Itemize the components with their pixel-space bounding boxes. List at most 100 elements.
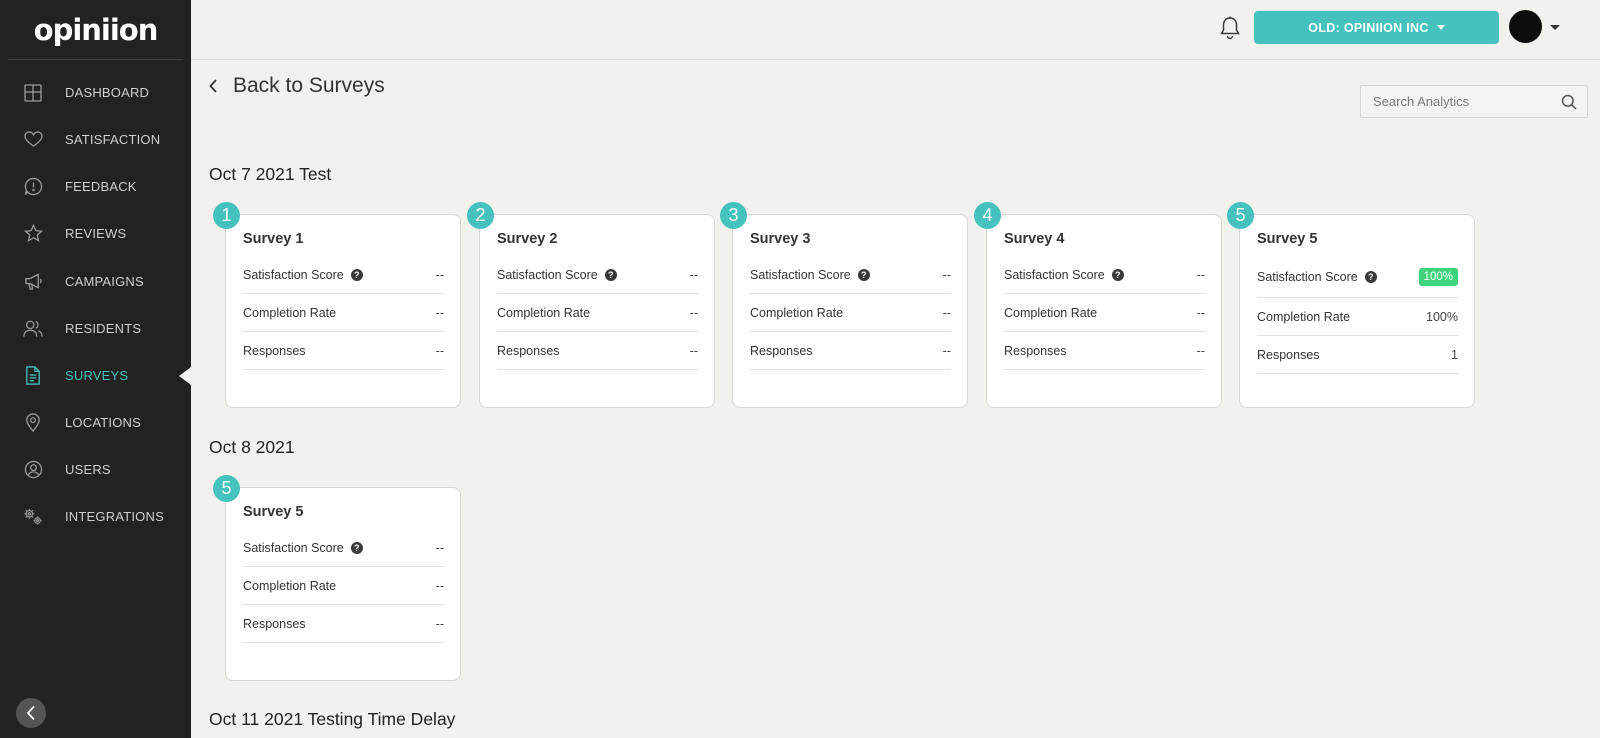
back-to-surveys-link[interactable]: Back to Surveys	[207, 74, 385, 98]
sidebar-item-campaigns[interactable]: CAMPAIGNS	[0, 258, 191, 305]
responses-row: Responses --	[243, 332, 444, 370]
completion-rate-row: Completion Rate --	[1004, 294, 1205, 332]
survey-card[interactable]: 5 Survey 5 Satisfaction Score? 100% Comp…	[1227, 202, 1475, 408]
row-value: 100%	[1426, 309, 1458, 324]
row-label: Satisfaction Score	[243, 540, 344, 555]
row-label: Satisfaction Score	[497, 267, 598, 282]
help-icon[interactable]: ?	[1111, 268, 1124, 281]
row-label: Satisfaction Score	[1004, 267, 1105, 282]
responses-row: Responses --	[1004, 332, 1205, 370]
help-icon[interactable]: ?	[1364, 270, 1377, 283]
completion-rate-row: Completion Rate --	[750, 294, 951, 332]
row-label: Satisfaction Score	[750, 267, 851, 282]
sidebar-item-label: SURVEYS	[65, 368, 129, 383]
topbar: OLD: OPINIION INC	[191, 0, 1600, 60]
sidebar-item-dashboard[interactable]: DASHBOARD	[0, 69, 191, 116]
row-value: --	[689, 343, 698, 358]
sidebar-item-label: REVIEWS	[65, 226, 127, 241]
user-icon	[23, 460, 43, 480]
avatar[interactable]	[1509, 10, 1542, 43]
row-label: Completion Rate	[243, 305, 337, 320]
survey-card[interactable]: 1 Survey 1 Satisfaction Score? -- Comple…	[213, 202, 461, 408]
active-indicator	[179, 366, 191, 385]
survey-card[interactable]: 5 Survey 5 Satisfaction Score? -- Comple…	[213, 475, 461, 681]
sidebar-item-reviews[interactable]: REVIEWS	[0, 210, 191, 257]
row-value: --	[942, 305, 951, 320]
back-label: Back to Surveys	[233, 74, 385, 97]
logo-text: opiniion	[33, 12, 159, 47]
responses-row: Responses --	[497, 332, 698, 370]
row-value: --	[435, 267, 444, 282]
sidebar-item-feedback[interactable]: FEEDBACK	[0, 163, 191, 210]
survey-card[interactable]: 2 Survey 2 Satisfaction Score? -- Comple…	[467, 202, 715, 408]
row-label: Responses	[1004, 343, 1067, 358]
survey-card[interactable]: 4 Survey 4 Satisfaction Score? -- Comple…	[974, 202, 1222, 408]
row-label: Responses	[243, 343, 306, 358]
row-value: 1	[1451, 347, 1458, 362]
survey-number-badge: 5	[1227, 202, 1254, 229]
megaphone-icon	[23, 272, 43, 292]
survey-number-badge: 3	[720, 202, 747, 229]
logo[interactable]: opiniion	[8, 0, 183, 60]
responses-row: Responses --	[243, 605, 444, 643]
row-label: Completion Rate	[243, 578, 337, 593]
row-label: Responses	[497, 343, 560, 358]
survey-number-badge: 2	[467, 202, 494, 229]
organization-selector-button[interactable]: OLD: OPINIION INC	[1254, 11, 1499, 44]
row-value: --	[1196, 305, 1205, 320]
sidebar-item-users[interactable]: USERS	[0, 446, 191, 493]
row-value: --	[1196, 343, 1205, 358]
completion-rate-row: Completion Rate --	[497, 294, 698, 332]
satisfaction-score-row: Satisfaction Score? --	[243, 529, 444, 567]
responses-row: Responses --	[750, 332, 951, 370]
row-value: --	[942, 267, 951, 282]
survey-card[interactable]: 3 Survey 3 Satisfaction Score? -- Comple…	[720, 202, 968, 408]
caret-down-icon	[1436, 25, 1445, 30]
survey-title: Survey 2	[497, 231, 558, 247]
survey-title: Survey 4	[1004, 231, 1065, 247]
sidebar-item-label: FEEDBACK	[65, 179, 137, 194]
row-label: Completion Rate	[497, 305, 591, 320]
search-icon[interactable]	[1561, 94, 1577, 110]
account-menu-caret-icon[interactable]	[1550, 25, 1560, 30]
help-icon[interactable]: ?	[857, 268, 870, 281]
help-icon[interactable]: ?	[604, 268, 617, 281]
row-value: --	[435, 305, 444, 320]
completion-rate-row: Completion Rate --	[243, 567, 444, 605]
location-pin-icon	[23, 413, 43, 433]
search-input[interactable]	[1373, 86, 1553, 117]
help-icon[interactable]: ?	[350, 541, 363, 554]
sidebar-item-locations[interactable]: LOCATIONS	[0, 399, 191, 446]
sidebar-item-label: INTEGRATIONS	[65, 509, 164, 524]
document-icon	[23, 366, 43, 386]
search-analytics	[1360, 85, 1588, 118]
sidebar-item-surveys[interactable]: SURVEYS	[0, 352, 191, 399]
sidebar-item-satisfaction[interactable]: SATISFACTION	[0, 116, 191, 163]
survey-title: Survey 5	[243, 504, 304, 520]
section-title: Oct 11 2021 Testing Time Delay	[209, 709, 456, 729]
organization-label: OLD: OPINIION INC	[1308, 20, 1429, 35]
satisfaction-score-row: Satisfaction Score? --	[497, 256, 698, 294]
sidebar-item-label: USERS	[65, 462, 111, 477]
sidebar-item-integrations[interactable]: INTEGRATIONS	[0, 493, 191, 540]
sidebar-item-residents[interactable]: RESIDENTS	[0, 305, 191, 352]
section-title: Oct 7 2021 Test	[209, 164, 332, 184]
row-label: Satisfaction Score	[243, 267, 344, 282]
row-value: --	[435, 616, 444, 631]
row-label: Satisfaction Score	[1257, 269, 1358, 284]
survey-number-badge: 5	[213, 475, 240, 502]
responses-row: Responses 1	[1257, 336, 1458, 374]
row-value: --	[1196, 267, 1205, 282]
row-value: --	[435, 578, 444, 593]
sidebar-item-label: SATISFACTION	[65, 132, 161, 147]
help-icon[interactable]: ?	[350, 268, 363, 281]
survey-title: Survey 5	[1257, 231, 1318, 247]
notifications-bell-icon[interactable]	[1219, 16, 1243, 42]
feedback-icon	[23, 177, 43, 197]
collapse-sidebar-button[interactable]	[16, 698, 46, 728]
row-label: Completion Rate	[750, 305, 844, 320]
row-label: Responses	[1257, 347, 1320, 362]
survey-title: Survey 1	[243, 231, 304, 247]
gears-icon	[23, 507, 43, 527]
sidebar-item-label: CAMPAIGNS	[65, 274, 144, 289]
